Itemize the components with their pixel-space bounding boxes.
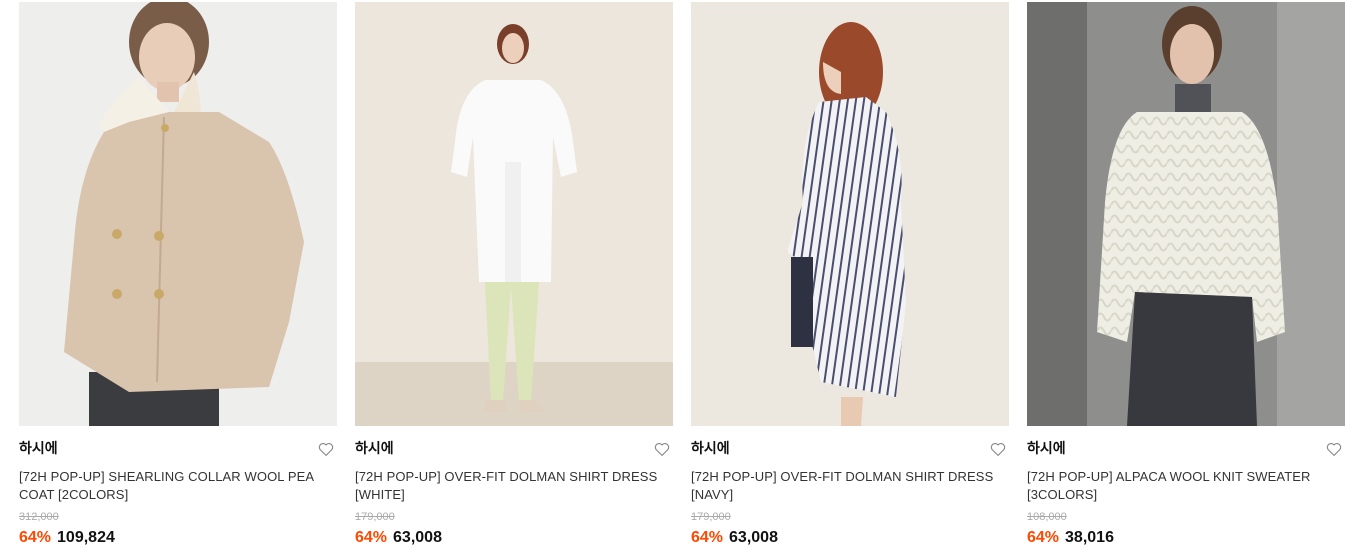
product-name[interactable]: [72H POP-UP] ALPACA WOOL KNIT SWEATER [3… [1027,468,1333,504]
discount-rate: 64% [691,529,724,546]
price-row: 64% 63,008 [355,528,673,548]
product-image[interactable] [1027,2,1345,426]
product-image[interactable] [355,2,673,426]
brand-name[interactable]: 하시에 [355,440,673,458]
price-row: 64% 63,008 [691,528,1009,548]
original-price: 179,000 [691,511,731,523]
product-image[interactable] [691,2,1009,426]
heart-outline-icon[interactable] [989,440,1007,458]
heart-outline-icon[interactable] [1325,440,1343,458]
product-name[interactable]: [72H POP-UP] OVER-FIT DOLMAN SHIRT DRESS… [691,468,997,504]
product-grid: 하시에 [72H POP-UP] SHEARLING COLLAR WOOL P… [0,0,1352,556]
price-row: 64% 109,824 [19,528,337,548]
discount-rate: 64% [355,529,388,546]
discount-rate: 64% [1027,529,1060,546]
product-card[interactable]: 하시에 [72H POP-UP] OVER-FIT DOLMAN SHIRT D… [691,2,1009,548]
original-price: 312,000 [19,511,59,523]
original-price: 108,000 [1027,511,1067,523]
sale-price: 38,016 [1065,529,1114,546]
original-price: 179,000 [355,511,395,523]
price-row: 64% 38,016 [1027,528,1345,548]
heart-outline-icon[interactable] [653,440,671,458]
product-card[interactable]: 하시에 [72H POP-UP] SHEARLING COLLAR WOOL P… [19,2,337,548]
product-card[interactable]: 하시에 [72H POP-UP] OVER-FIT DOLMAN SHIRT D… [355,2,673,548]
product-card[interactable]: 하시에 [72H POP-UP] ALPACA WOOL KNIT SWEATE… [1027,2,1345,548]
discount-rate: 64% [19,529,52,546]
product-photo-navy-shirt-dress [691,2,1009,426]
sale-price: 63,008 [729,529,778,546]
product-photo-white-shirt-dress [355,2,673,426]
brand-name[interactable]: 하시에 [19,440,337,458]
sale-price: 63,008 [393,529,442,546]
product-image[interactable] [19,2,337,426]
brand-name[interactable]: 하시에 [691,440,1009,458]
heart-outline-icon[interactable] [317,440,335,458]
product-photo-knit-sweater [1027,2,1345,426]
product-name[interactable]: [72H POP-UP] OVER-FIT DOLMAN SHIRT DRESS… [355,468,661,504]
brand-name[interactable]: 하시에 [1027,440,1345,458]
sale-price: 109,824 [57,529,115,546]
product-photo-coat [19,2,337,426]
product-name[interactable]: [72H POP-UP] SHEARLING COLLAR WOOL PEA C… [19,468,325,504]
